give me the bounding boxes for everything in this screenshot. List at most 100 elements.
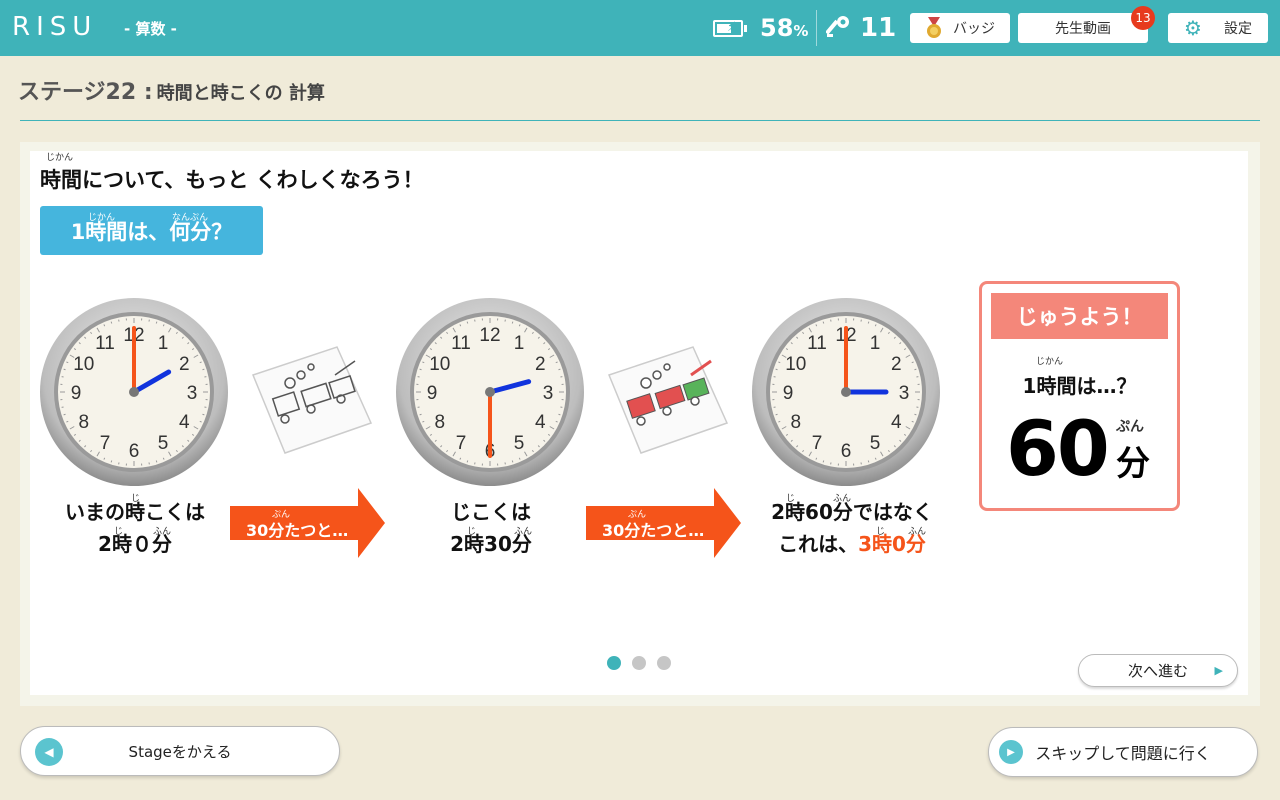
clock-2-caption: じこくは 2時30分 (396, 496, 586, 560)
battery-level: 58% (760, 14, 809, 42)
clock-tick (202, 368, 205, 371)
medal-icon (927, 17, 941, 38)
next-label: 次へ進む (1127, 662, 1188, 680)
clock-tick (822, 321, 825, 324)
clock-tick (63, 368, 66, 371)
clock-numeral: 7 (812, 433, 823, 454)
skip-label: スキップして問題に行く (1035, 744, 1211, 763)
next-button[interactable]: 次へ進む ▶ (1078, 654, 1238, 687)
caption-line: いまの時こくは (65, 500, 205, 524)
clock-numeral: 2 (535, 354, 546, 375)
important-unit-ruby: ぷん (1116, 419, 1144, 435)
clock-tick (466, 321, 469, 324)
clock-numeral: 4 (891, 412, 902, 433)
clock-numeral: 2 (179, 354, 190, 375)
header-divider (816, 10, 817, 46)
clock-pivot (485, 387, 495, 397)
clock-numeral: 10 (73, 354, 94, 375)
clock-pivot (841, 387, 851, 397)
clock-numeral: 2 (891, 354, 902, 375)
page-dot-3[interactable] (657, 656, 671, 670)
clock-numeral: 10 (785, 354, 806, 375)
clock-tick (511, 460, 514, 463)
important-box: じゅうよう！ じかん 1時間は…？ 60 ぷん 分 (979, 281, 1180, 511)
clock-tick (63, 413, 66, 416)
page-dot-1[interactable] (607, 656, 621, 670)
important-value: 60 (1006, 404, 1110, 493)
forward-arrow-icon: ▶ (999, 740, 1023, 764)
clock-3-caption: 2時60分ではなく これは、3時0分 (742, 496, 962, 560)
clock-numeral: 6 (841, 441, 852, 462)
page-dot-2[interactable] (632, 656, 646, 670)
clock-tick (511, 321, 514, 324)
question-box: 1時間は、何分？ (40, 206, 263, 255)
arrow-label: 30分たつと… (602, 521, 705, 540)
caption-line: 2時０分 (98, 532, 172, 556)
clock-tick (775, 368, 778, 371)
change-stage-label: Stageをかえる (128, 742, 232, 761)
change-stage-button[interactable]: ◀ Stageをかえる (20, 726, 340, 776)
clock-numeral: 12 (479, 325, 500, 346)
clock-numeral: 1 (158, 333, 169, 354)
clock-tick (202, 413, 205, 416)
question-ruby: じかん (88, 213, 116, 223)
arrow-label: 30分たつと… (246, 521, 349, 540)
train-coloring-card-colored (608, 346, 729, 454)
caption-line: じこくは (451, 500, 531, 524)
stage-number: ステージ22 : (18, 80, 153, 105)
clock-numeral: 5 (514, 433, 525, 454)
top-bar: RISU - 算数 - ⚡ 58% 11 バッジ 先生動画 13 ⚙ 設定 (0, 0, 1280, 56)
clock-numeral: 11 (807, 333, 827, 354)
clock-tick (155, 460, 158, 463)
clock-numeral: 1 (514, 333, 525, 354)
clock-3-00: 123456789101112 (752, 298, 940, 486)
teacher-video-label: 先生動画 (1055, 21, 1111, 37)
important-header: じゅうよう！ (991, 293, 1168, 339)
clock-tick (466, 460, 469, 463)
risu-logo: RISU (12, 12, 98, 42)
clock-tick (110, 321, 113, 324)
skip-to-questions-button[interactable]: ▶ スキップして問題に行く (988, 727, 1258, 777)
clock-tick (558, 413, 561, 416)
clock-numeral: 1 (870, 333, 881, 354)
clock-numeral: 10 (429, 354, 450, 375)
clock-numeral: 6 (129, 441, 140, 462)
clock-numeral: 3 (187, 383, 198, 404)
settings-button[interactable]: ⚙ 設定 (1168, 13, 1268, 43)
clock-pivot (129, 387, 139, 397)
teacher-video-button[interactable]: 先生動画 (1018, 13, 1148, 43)
notification-badge: 13 (1131, 6, 1155, 30)
clock-tick (867, 321, 870, 324)
important-unit: 分 (1116, 444, 1150, 484)
key-count: 11 (860, 13, 897, 43)
clock-tick (914, 368, 917, 371)
clock-numeral: 9 (71, 383, 82, 404)
important-question: 1時間は…？ (1022, 374, 1137, 398)
stage-title: ステージ22 : 時間と時こくの 計算 (18, 74, 325, 106)
clock-tick (419, 368, 422, 371)
back-arrow-icon: ◀ (35, 738, 63, 766)
clock-numeral: 8 (434, 412, 445, 433)
clock-tick (867, 460, 870, 463)
clock-tick (558, 368, 561, 371)
clock-tick (914, 413, 917, 416)
key-icon (826, 16, 849, 37)
play-arrow-icon: ▶ (1214, 664, 1223, 677)
clock-numeral: 7 (100, 433, 111, 454)
clock-numeral: 3 (543, 383, 554, 404)
caption-line: 2時30分 (450, 532, 532, 556)
clock-numeral: 9 (427, 383, 438, 404)
clock-tick (155, 321, 158, 324)
clock-tick (419, 413, 422, 416)
clock-2-30: 123456789101112 (396, 298, 584, 486)
question-ruby: なんぷん (172, 213, 209, 223)
clock-numeral: 8 (78, 412, 89, 433)
caption-line: 2時60分ではなく (771, 500, 933, 524)
clock-numeral: 11 (451, 333, 471, 354)
clock-tick (775, 413, 778, 416)
badge-button[interactable]: バッジ (910, 13, 1010, 43)
clock-numeral: 5 (870, 433, 881, 454)
train-coloring-card-uncolored (252, 346, 373, 454)
answer-highlight: 3時0分 (858, 532, 926, 556)
title-divider (20, 120, 1260, 121)
